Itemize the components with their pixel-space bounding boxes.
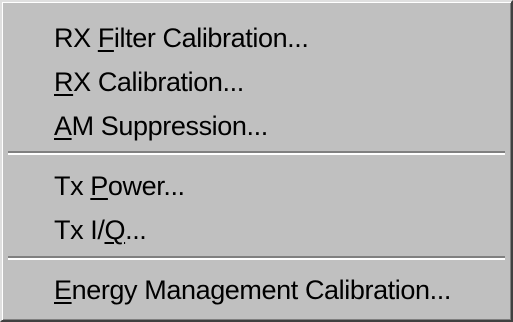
menu-item-rx-filter-calibration[interactable]: RX Filter Calibration... (2, 16, 511, 60)
menu-item-tx-power[interactable]: Tx Power... (2, 164, 511, 208)
menu-item-accelerator: A (54, 111, 72, 141)
menu-item-rx-calibration[interactable]: RX Calibration... (2, 60, 511, 104)
menu-item-am-suppression[interactable]: AM Suppression... (2, 104, 511, 148)
menu-item-label-post: M Suppression... (71, 111, 269, 141)
menu-item-label-pre: RX (54, 23, 98, 53)
menu-item-label-post: X Calibration... (73, 67, 244, 97)
menu-separator (8, 256, 505, 260)
menu-item-accelerator: R (54, 67, 74, 97)
menu-separator (8, 151, 505, 155)
menu-item-accelerator: P (90, 171, 108, 201)
menu-item-label-post: nergy Management Calibration... (71, 275, 452, 305)
menu-item-accelerator: Q (104, 215, 126, 245)
menu-item-label-post: ilter Calibration... (113, 23, 309, 53)
menu-item-label-pre: Tx I/ (54, 215, 105, 245)
menu-item-label-post: ower... (107, 171, 185, 201)
menu-item-accelerator: E (54, 275, 72, 305)
menu-item-accelerator: F (97, 23, 114, 53)
menu-item-tx-iq[interactable]: Tx I/Q... (2, 208, 511, 252)
menu-item-energy-management-calibration[interactable]: Energy Management Calibration... (2, 268, 511, 312)
context-menu: RX Filter Calibration... RX Calibration.… (0, 0, 513, 322)
menu-item-label-pre: Tx (54, 171, 91, 201)
menu-item-label-post: ... (125, 215, 147, 245)
